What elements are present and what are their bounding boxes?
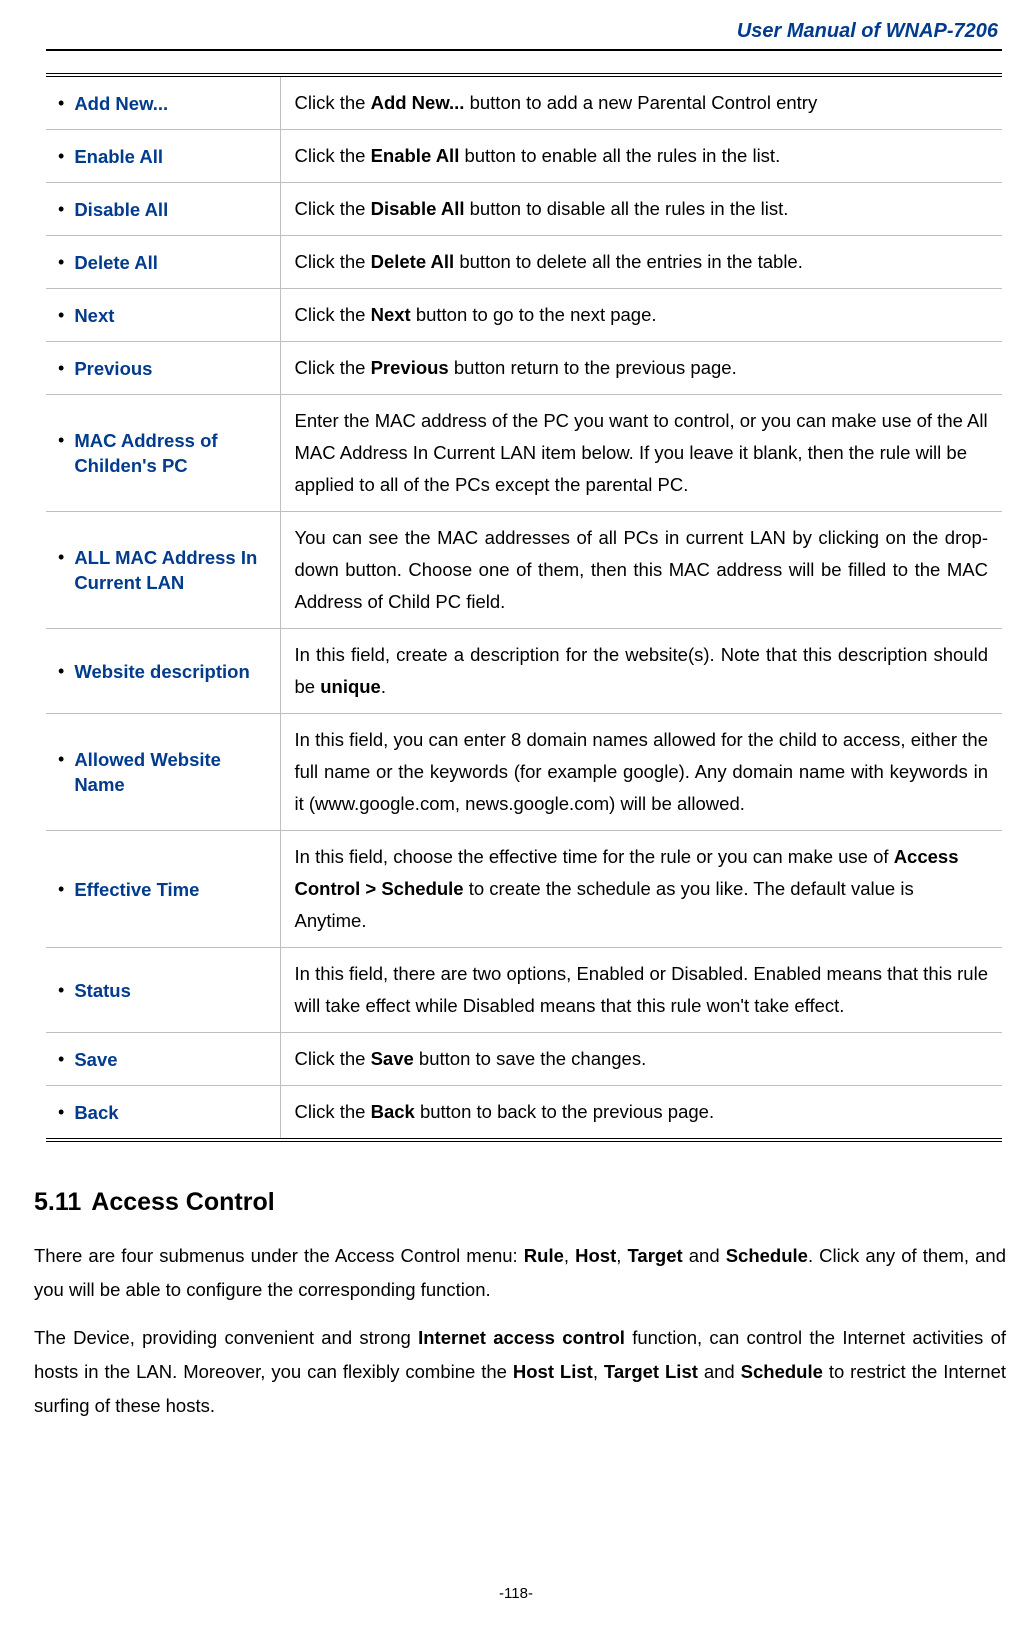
term-text: Add New... [74, 91, 168, 116]
term-text: Save [74, 1047, 117, 1072]
term-cell: • Status [46, 948, 280, 1033]
description-cell: Click the Back button to back to the pre… [280, 1086, 1002, 1141]
term-text: Status [74, 978, 131, 1003]
section-heading: 5.11 Access Control [34, 1188, 1002, 1217]
bullet-icon: • [58, 428, 64, 453]
term-cell: • MAC Address of Childen's PC [46, 395, 280, 512]
term-text: Allowed Website Name [74, 747, 273, 797]
table-row: • Enable All Click the Enable All button t… [46, 130, 1002, 183]
body-paragraph: There are four submenus under the Access… [34, 1239, 1006, 1307]
bullet-icon: • [58, 545, 64, 570]
description-cell: You can see the MAC addresses of all PCs… [280, 512, 1002, 629]
term-cell: • Back [46, 1086, 280, 1141]
section-title: Access Control [91, 1188, 274, 1216]
description-cell: In this field, create a description for … [280, 629, 1002, 714]
header-rule [46, 49, 1002, 51]
bullet-icon: • [58, 1047, 64, 1072]
table-row: • Website description In this field, creat… [46, 629, 1002, 714]
term-text: Disable All [74, 197, 168, 222]
term-cell: • Previous [46, 342, 280, 395]
term-cell: • Effective Time [46, 831, 280, 948]
term-cell: • Enable All [46, 130, 280, 183]
table-row: • Save Click the Save button to save the c… [46, 1033, 1002, 1086]
term-text: Delete All [74, 250, 158, 275]
term-cell: • Disable All [46, 183, 280, 236]
body-paragraph: The Device, providing convenient and str… [34, 1321, 1006, 1423]
bullet-icon: • [58, 1100, 64, 1125]
table-row: • Effective Time In this field, choose the… [46, 831, 1002, 948]
description-cell: In this field, choose the effective time… [280, 831, 1002, 948]
table-row: • Add New... Click the Add New... button t… [46, 75, 1002, 130]
term-cell: • ALL MAC Address In Current LAN [46, 512, 280, 629]
description-cell: Click the Previous button return to the … [280, 342, 1002, 395]
section-number: 5.11 [34, 1188, 81, 1216]
table-row: • Previous Click the Previous button retur… [46, 342, 1002, 395]
table-row: • MAC Address of Childen's PCEnter the MA… [46, 395, 1002, 512]
bullet-icon: • [58, 978, 64, 1003]
page-number: -118- [0, 1585, 1032, 1602]
description-cell: Click the Add New... button to add a new… [280, 75, 1002, 130]
term-text: Previous [74, 356, 152, 381]
page-container: User Manual of WNAP-7206 • Add New... Clic… [0, 0, 1032, 1632]
term-text: Back [74, 1100, 118, 1125]
description-cell: Click the Next button to go to the next … [280, 289, 1002, 342]
header-title: User Manual of WNAP-7206 [46, 20, 1002, 43]
term-cell: • Website description [46, 629, 280, 714]
term-cell: • Next [46, 289, 280, 342]
definition-table: • Add New... Click the Add New... button t… [46, 73, 1002, 1142]
table-row: • Status In this field, there are two opti… [46, 948, 1002, 1033]
table-row: • Allowed Website NameIn this field, you … [46, 714, 1002, 831]
term-cell: • Allowed Website Name [46, 714, 280, 831]
bullet-icon: • [58, 250, 64, 275]
description-cell: Click the Enable All button to enable al… [280, 130, 1002, 183]
bullet-icon: • [58, 144, 64, 169]
table-row: • Next Click the Next button to go to the … [46, 289, 1002, 342]
term-text: Website description [74, 659, 249, 684]
bullet-icon: • [58, 877, 64, 902]
paragraphs-container: There are four submenus under the Access… [46, 1239, 1002, 1423]
term-cell: • Delete All [46, 236, 280, 289]
term-text: Enable All [74, 144, 163, 169]
term-text: Next [74, 303, 114, 328]
term-text: MAC Address of Childen's PC [74, 428, 273, 478]
table-row: • ALL MAC Address In Current LANYou can s… [46, 512, 1002, 629]
bullet-icon: • [58, 197, 64, 222]
bullet-icon: • [58, 659, 64, 684]
description-cell: In this field, you can enter 8 domain na… [280, 714, 1002, 831]
definition-table-body: • Add New... Click the Add New... button t… [46, 75, 1002, 1140]
description-cell: Click the Save button to save the change… [280, 1033, 1002, 1086]
term-text: Effective Time [74, 877, 199, 902]
term-text: ALL MAC Address In Current LAN [74, 545, 273, 595]
description-cell: Click the Disable All button to disable … [280, 183, 1002, 236]
bullet-icon: • [58, 356, 64, 381]
bullet-icon: • [58, 747, 64, 772]
table-row: • Delete All Click the Delete All button t… [46, 236, 1002, 289]
table-row: • Disable All Click the Disable All button… [46, 183, 1002, 236]
term-cell: • Add New... [46, 75, 280, 130]
description-cell: Click the Delete All button to delete al… [280, 236, 1002, 289]
table-row: • Back Click the Back button to back to th… [46, 1086, 1002, 1141]
description-cell: In this field, there are two options, En… [280, 948, 1002, 1033]
bullet-icon: • [58, 91, 64, 116]
bullet-icon: • [58, 303, 64, 328]
term-cell: • Save [46, 1033, 280, 1086]
description-cell: Enter the MAC address of the PC you want… [280, 395, 1002, 512]
